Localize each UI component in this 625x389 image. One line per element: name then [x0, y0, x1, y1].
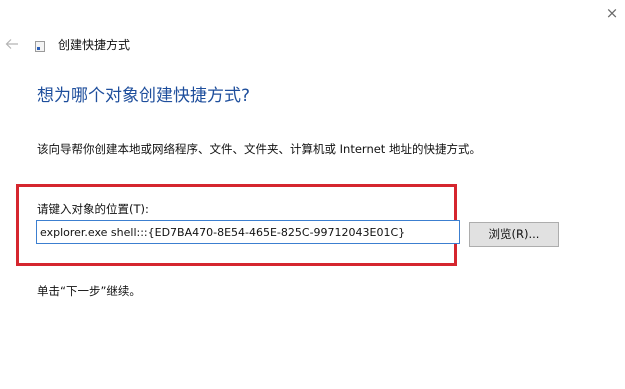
location-input[interactable]: [36, 220, 460, 244]
window-title: 创建快捷方式: [58, 38, 131, 52]
create-shortcut-window: × 创建快捷方式 想为哪个对象创建快捷方式? 该向导帮你创建本地或网络程序、文件…: [0, 0, 625, 389]
location-label: 请键入对象的位置(T):: [37, 202, 149, 216]
arrow-left-icon: [5, 39, 18, 49]
back-button[interactable]: [5, 36, 19, 50]
browse-button[interactable]: 浏览(R)...: [469, 222, 559, 247]
page-heading: 想为哪个对象创建快捷方式?: [37, 86, 251, 106]
close-icon: ×: [605, 4, 619, 22]
close-button[interactable]: ×: [601, 2, 623, 24]
next-step-hint: 单击“下一步”继续。: [37, 284, 141, 298]
wizard-description: 该向导帮你创建本地或网络程序、文件、文件夹、计算机或 Internet 地址的快…: [37, 142, 481, 156]
shortcut-icon: [35, 41, 45, 52]
